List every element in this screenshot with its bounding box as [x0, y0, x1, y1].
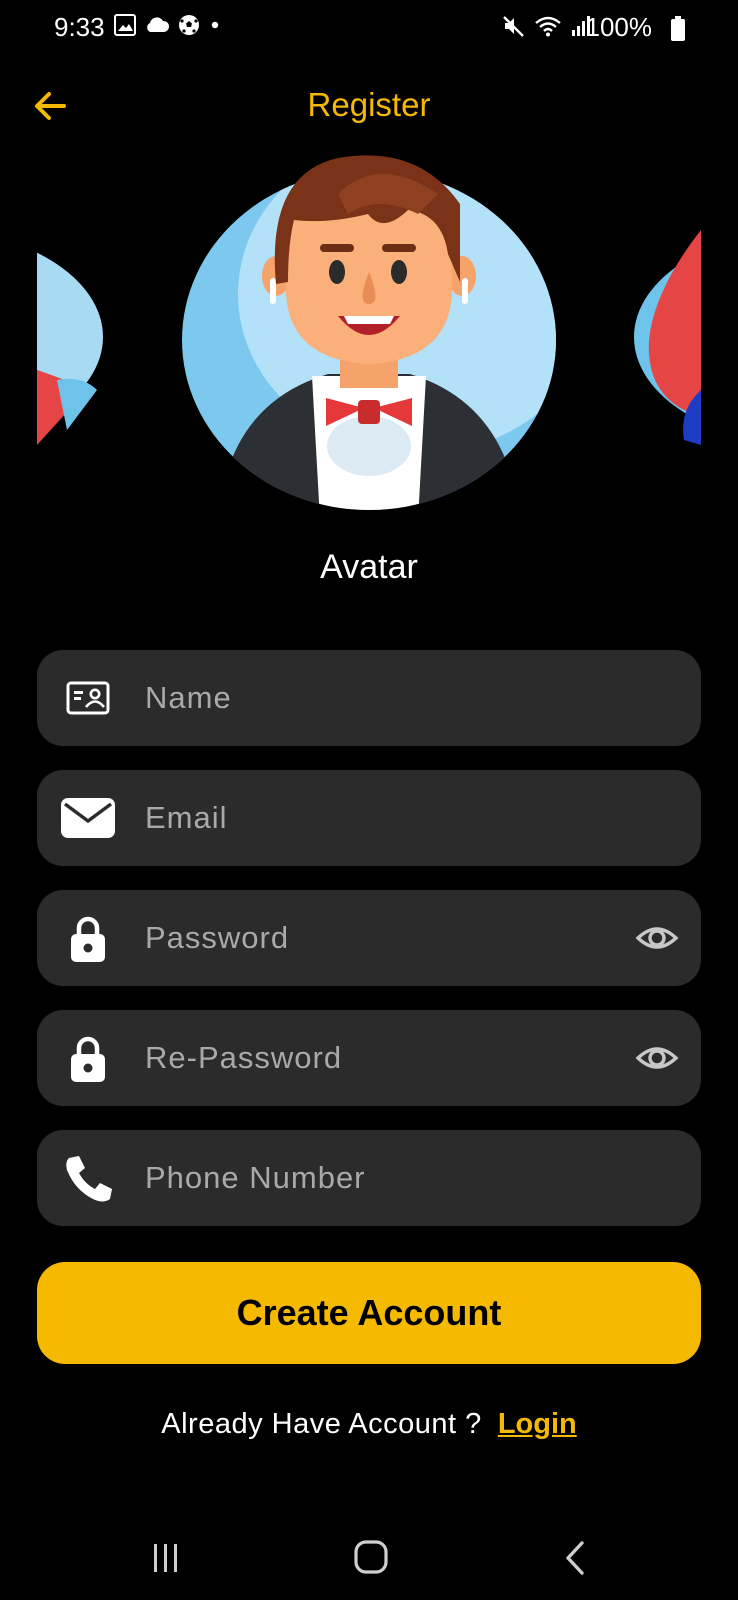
cloud-icon [147, 17, 170, 32]
id-card-icon [66, 681, 110, 715]
page-title: Register [307, 86, 431, 123]
repassword-input[interactable] [145, 1010, 605, 1106]
login-question: Already Have Account ? [161, 1408, 482, 1440]
home-icon[interactable] [342, 1538, 402, 1578]
password-field[interactable] [37, 890, 701, 986]
eye-icon[interactable] [635, 916, 679, 960]
phone-icon [66, 1156, 112, 1202]
back-icon[interactable] [548, 1538, 608, 1578]
login-prompt: Already Have Account ? Login [0, 1408, 738, 1441]
gallery-icon [114, 14, 136, 36]
status-time: 9:33 [54, 12, 105, 42]
lock-icon [71, 916, 105, 962]
recents-icon[interactable] [136, 1538, 196, 1578]
avatar-selected[interactable] [178, 154, 560, 520]
avatar-label: Avatar [320, 548, 418, 586]
create-account-button[interactable]: Create Account [37, 1262, 701, 1364]
email-input[interactable] [145, 770, 605, 866]
email-field[interactable] [37, 770, 701, 866]
envelope-icon [61, 798, 115, 838]
login-link[interactable]: Login [498, 1408, 577, 1440]
name-input[interactable] [145, 650, 605, 746]
avatar-option-next[interactable] [634, 230, 701, 445]
status-bar: 9:33 100% [0, 0, 738, 58]
name-field[interactable] [37, 650, 701, 746]
app-bar: Register [0, 70, 738, 142]
avatar-carousel[interactable] [0, 150, 738, 520]
phone-field[interactable] [37, 1130, 701, 1226]
wifi-icon [535, 16, 561, 37]
eye-icon[interactable] [635, 1036, 679, 1080]
mute-icon [503, 16, 524, 37]
password-input[interactable] [145, 890, 605, 986]
soccer-ball-icon [179, 15, 199, 35]
battery-icon [671, 16, 685, 41]
phone-input[interactable] [145, 1130, 605, 1226]
system-nav-bar [0, 1520, 738, 1600]
lock-icon [71, 1036, 105, 1082]
avatar-option-previous[interactable] [37, 230, 103, 445]
repassword-field[interactable] [37, 1010, 701, 1106]
battery-percent: 100% [585, 12, 653, 42]
dot-icon [211, 21, 219, 29]
